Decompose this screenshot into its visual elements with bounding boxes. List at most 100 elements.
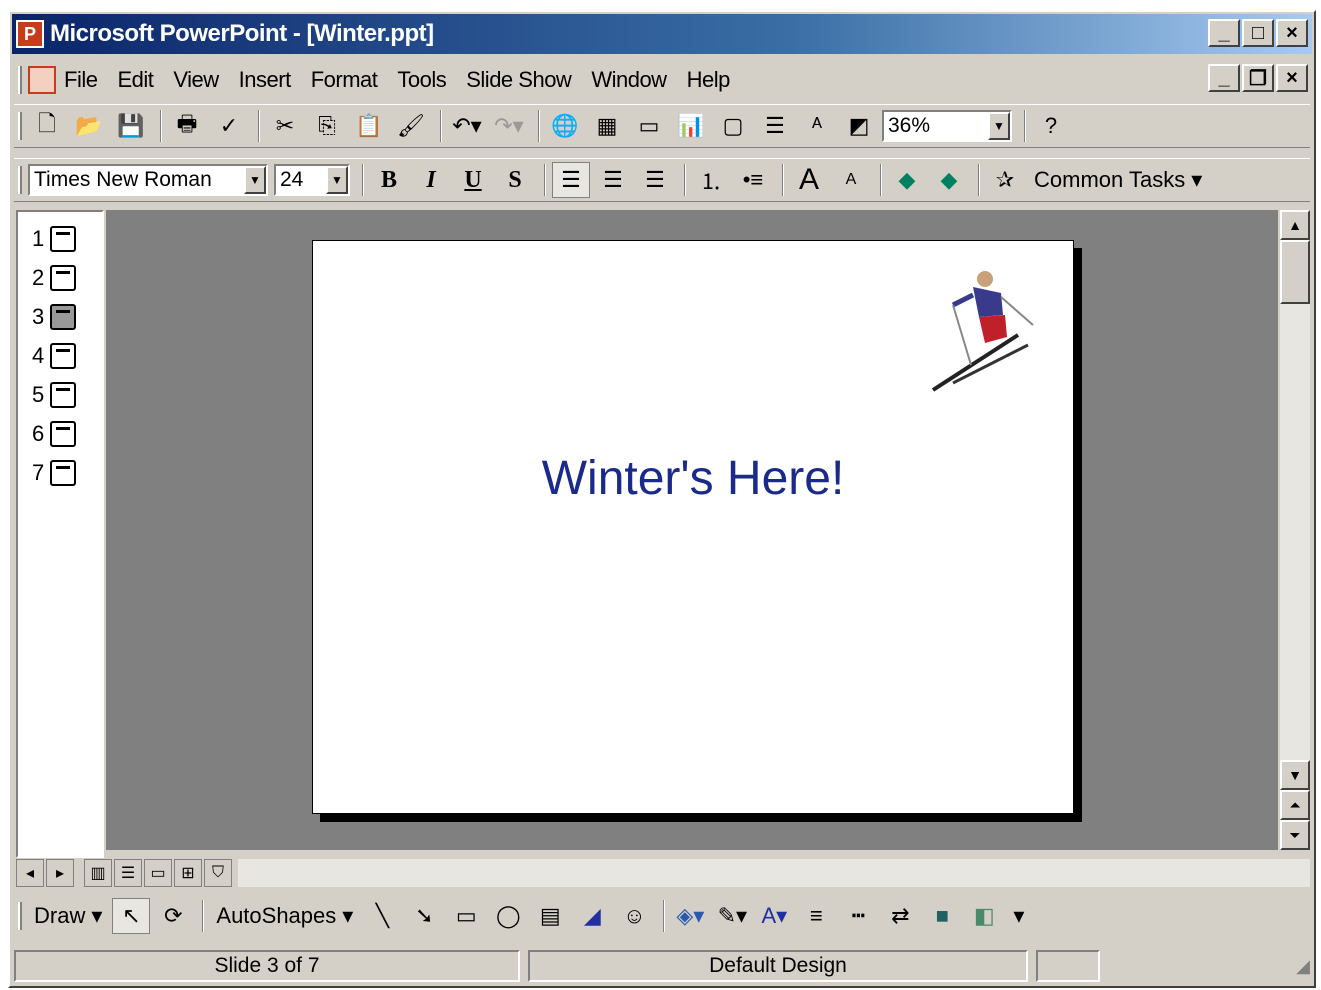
- toolbar-grip[interactable]: [18, 166, 22, 194]
- demote-icon[interactable]: ◆: [930, 162, 968, 198]
- print-icon[interactable]: 🖶: [168, 108, 206, 144]
- insert-chart-icon[interactable]: 📊: [672, 108, 710, 144]
- scroll-right-icon[interactable]: ▸: [46, 859, 74, 887]
- font-size-select[interactable]: 24 ▼: [274, 164, 350, 196]
- menu-window[interactable]: Window: [591, 67, 667, 93]
- slide-title[interactable]: Winter's Here!: [313, 451, 1073, 506]
- menu-file[interactable]: File: [64, 67, 98, 93]
- outline-slide-6[interactable]: 6: [32, 421, 77, 447]
- underline-button[interactable]: U: [454, 162, 492, 198]
- promote-icon[interactable]: ◆: [888, 162, 926, 198]
- align-left-icon[interactable]: ☰: [552, 162, 590, 198]
- menu-slide-show[interactable]: Slide Show: [466, 67, 572, 93]
- doc-minimize-button[interactable]: _: [1208, 64, 1240, 92]
- outline-slide-7[interactable]: 7: [32, 460, 77, 486]
- title-bar[interactable]: P Microsoft PowerPoint - [Winter.ppt] _ …: [12, 14, 1312, 54]
- zoom-select[interactable]: 36% ▼: [882, 110, 1012, 142]
- dash-style-icon[interactable]: ┅: [839, 898, 877, 934]
- previous-slide-icon[interactable]: ⏶: [1280, 790, 1310, 820]
- slide-show-icon[interactable]: ⛉: [204, 859, 232, 887]
- show-formatting-icon[interactable]: ᴬ: [798, 108, 836, 144]
- wordart-icon[interactable]: ◢: [573, 898, 611, 934]
- undo-icon[interactable]: ↶▾: [448, 108, 486, 144]
- select-pointer-icon[interactable]: ↖: [112, 898, 151, 934]
- outline-pane[interactable]: 1 2 3 4 5 6 7: [16, 210, 104, 858]
- scroll-up-icon[interactable]: ▲: [1280, 210, 1310, 240]
- menu-edit[interactable]: Edit: [117, 67, 153, 93]
- redo-icon[interactable]: ↷▾: [490, 108, 528, 144]
- italic-button[interactable]: I: [412, 162, 450, 198]
- toolbar-grip[interactable]: [18, 66, 22, 94]
- free-rotate-icon[interactable]: ⟳: [154, 898, 192, 934]
- outline-slide-1[interactable]: 1: [32, 226, 77, 252]
- hyperlink-icon[interactable]: 🌐: [546, 108, 584, 144]
- scroll-down-icon[interactable]: ▼: [1280, 760, 1310, 790]
- text-box-icon[interactable]: ▤: [531, 898, 569, 934]
- slide-view-icon[interactable]: ▭: [144, 859, 172, 887]
- clip-art-icon[interactable]: ☺: [615, 898, 653, 934]
- menu-insert[interactable]: Insert: [239, 67, 292, 93]
- vertical-scrollbar[interactable]: ▲ ▼ ⏶ ⏷: [1280, 210, 1310, 850]
- scroll-left-icon[interactable]: ◂: [16, 859, 44, 887]
- common-tasks-button[interactable]: Common Tasks: [1034, 167, 1185, 193]
- format-painter-icon[interactable]: 🖌: [392, 108, 430, 144]
- doc-restore-button[interactable]: ❐: [1242, 64, 1274, 92]
- horizontal-scrollbar[interactable]: [238, 859, 1310, 887]
- outline-slide-5[interactable]: 5: [32, 382, 77, 408]
- menu-view[interactable]: View: [173, 67, 219, 93]
- align-center-icon[interactable]: ☰: [594, 162, 632, 198]
- 3d-icon[interactable]: ◧: [965, 898, 1003, 934]
- increase-font-icon[interactable]: A: [790, 162, 828, 198]
- chevron-down-icon[interactable]: ▾: [342, 903, 353, 929]
- next-slide-icon[interactable]: ⏷: [1280, 820, 1310, 850]
- menu-tools[interactable]: Tools: [397, 67, 446, 93]
- normal-view-icon[interactable]: ▥: [84, 859, 112, 887]
- maximize-button[interactable]: □: [1242, 19, 1274, 47]
- scroll-thumb[interactable]: [1280, 240, 1310, 304]
- outline-view-icon[interactable]: ☰: [114, 859, 142, 887]
- save-icon[interactable]: 💾: [112, 108, 150, 144]
- document-icon[interactable]: [28, 66, 56, 94]
- common-tasks-icon[interactable]: ✰: [986, 162, 1024, 198]
- slide-canvas[interactable]: Winter's Here!: [312, 240, 1074, 814]
- bullets-icon[interactable]: •≡: [734, 162, 772, 198]
- copy-icon[interactable]: ⎘: [308, 108, 346, 144]
- outline-slide-4[interactable]: 4: [32, 343, 77, 369]
- insert-table-icon[interactable]: ▭: [630, 108, 668, 144]
- tables-borders-icon[interactable]: ▦: [588, 108, 626, 144]
- slide-edit-area[interactable]: Winter's Here!: [106, 210, 1278, 850]
- fill-color-icon[interactable]: ◈▾: [671, 898, 709, 934]
- chevron-down-icon[interactable]: ▾: [1013, 903, 1024, 929]
- doc-close-button[interactable]: ×: [1276, 64, 1308, 92]
- oval-icon[interactable]: ◯: [489, 898, 527, 934]
- rectangle-icon[interactable]: ▭: [447, 898, 485, 934]
- toolbar-grip[interactable]: [18, 902, 22, 930]
- font-select[interactable]: Times New Roman ▼: [28, 164, 268, 196]
- arrow-style-icon[interactable]: ⇄: [881, 898, 919, 934]
- help-icon[interactable]: ?: [1032, 108, 1070, 144]
- chevron-down-icon[interactable]: ▼: [326, 166, 348, 194]
- arrow-icon[interactable]: ➘: [405, 898, 443, 934]
- align-right-icon[interactable]: ☰: [636, 162, 674, 198]
- font-color-icon[interactable]: A▾: [755, 898, 793, 934]
- open-icon[interactable]: 📂: [70, 108, 108, 144]
- chevron-down-icon[interactable]: ▼: [988, 112, 1010, 140]
- line-color-icon[interactable]: ✎▾: [713, 898, 751, 934]
- spelling-icon[interactable]: ✓: [210, 108, 248, 144]
- decrease-font-icon[interactable]: A: [832, 162, 870, 198]
- slide-sorter-icon[interactable]: ⊞: [174, 859, 202, 887]
- new-icon[interactable]: 🗋: [28, 108, 66, 144]
- menu-help[interactable]: Help: [687, 67, 731, 93]
- resize-grip-icon[interactable]: ◢: [1296, 956, 1310, 977]
- new-slide-icon[interactable]: ▢: [714, 108, 752, 144]
- shadow-icon[interactable]: ■: [923, 898, 961, 934]
- outline-slide-2[interactable]: 2: [32, 265, 77, 291]
- line-icon[interactable]: ╲: [363, 898, 401, 934]
- grayscale-preview-icon[interactable]: ◩: [840, 108, 878, 144]
- outline-slide-3[interactable]: 3: [32, 304, 77, 330]
- chevron-down-icon[interactable]: ▼: [244, 166, 266, 194]
- toolbar-grip[interactable]: [18, 112, 22, 140]
- chevron-down-icon[interactable]: ▾: [91, 903, 102, 929]
- paste-icon[interactable]: 📋: [350, 108, 388, 144]
- bold-button[interactable]: B: [370, 162, 408, 198]
